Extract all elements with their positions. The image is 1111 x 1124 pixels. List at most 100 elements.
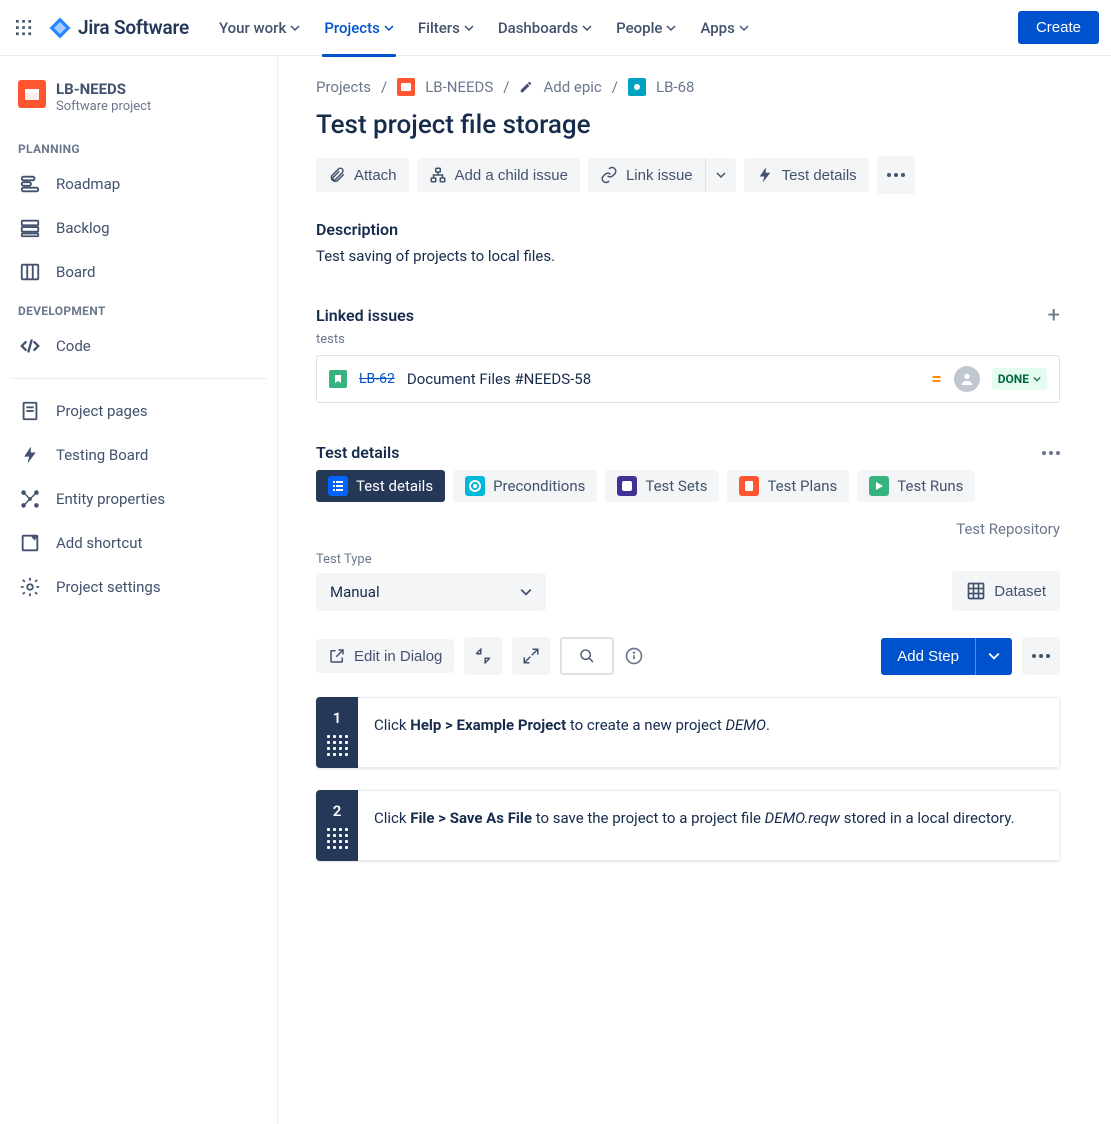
roadmap-icon [18,172,42,196]
linked-issue-title: Document Files #NEEDS-58 [407,370,920,388]
sidebar-item-add-shortcut[interactable]: Add shortcut [10,521,267,565]
chevron-down-icon [464,23,474,33]
sidebar-item-roadmap[interactable]: Roadmap [10,162,267,206]
code-icon [18,334,42,358]
create-button[interactable]: Create [1018,11,1099,44]
gear-icon [18,575,42,599]
edit-dialog-button[interactable]: Edit in Dialog [316,639,454,673]
search-icon [579,648,595,664]
backlog-icon [18,216,42,240]
tab-test-runs[interactable]: Test Runs [857,470,975,502]
linked-issue-card[interactable]: LB-62 Document Files #NEEDS-58 = DONE [316,355,1060,403]
sidebar-item-entity-props[interactable]: Entity properties [10,477,267,521]
step-body[interactable]: Click File > Save As File to save the pr… [358,790,1060,861]
bolt-icon [756,166,774,184]
add-step-dropdown[interactable] [975,638,1012,675]
test-details-more[interactable] [1042,451,1060,455]
add-link-button[interactable]: + [1048,303,1060,328]
add-step-button[interactable]: Add Step [881,638,975,675]
link-issue-button[interactable]: Link issue [588,158,705,192]
action-row: Attach Add a child issue Link issue Test… [316,156,1060,194]
link-relation: tests [316,332,1060,347]
expand-button[interactable] [512,637,550,675]
project-name: LB-NEEDS [56,80,151,98]
bc-project[interactable]: LB-NEEDS [425,78,493,96]
dataset-button[interactable]: Dataset [952,571,1060,611]
nav-people[interactable]: People [606,0,686,56]
description-text[interactable]: Test saving of projects to local files. [316,247,1060,265]
step-toolbar: Edit in Dialog Add Step [316,637,1060,675]
collapse-button[interactable] [464,637,502,675]
chevron-down-icon [582,23,592,33]
linked-issue-key[interactable]: LB-62 [359,371,395,387]
jira-icon [48,16,72,40]
more-icon [1042,451,1060,455]
test-step[interactable]: 2 Click File > Save As File to save the p… [316,790,1060,861]
collapse-icon [474,647,492,665]
nav-dashboards[interactable]: Dashboards [488,0,602,56]
chevron-down-icon [290,23,300,33]
step-handle[interactable]: 1 [316,697,358,768]
list-icon [328,476,348,496]
step-number: 2 [333,802,342,820]
chevron-down-icon [666,23,676,33]
test-details-button[interactable]: Test details [744,158,869,192]
attach-button[interactable]: Attach [316,158,409,192]
test-repository-link[interactable]: Test Repository [316,520,1060,538]
pencil-icon [519,80,533,94]
top-nav: Jira Software Your work Projects Filters… [0,0,1111,56]
test-type-icon [628,78,646,96]
sidebar-item-board[interactable]: Board [10,250,267,294]
sidebar-item-code[interactable]: Code [10,324,267,368]
add-child-button[interactable]: Add a child issue [417,158,580,192]
tab-test-sets[interactable]: Test Sets [605,470,719,502]
testplan-icon [739,476,759,496]
step-body[interactable]: Click Help > Example Project to create a… [358,697,1060,768]
info-icon[interactable] [624,646,644,666]
test-step[interactable]: 1Click Help > Example Project to create … [316,697,1060,768]
external-icon [328,647,346,665]
logo[interactable]: Jira Software [48,16,189,40]
test-type-select[interactable]: Manual [316,573,546,611]
bolt-icon [18,443,42,467]
project-type: Software project [56,99,151,114]
step-handle[interactable]: 2 [316,790,358,861]
nav-apps[interactable]: Apps [690,0,758,56]
assignee-avatar[interactable] [954,366,980,392]
expand-icon [522,647,540,665]
tab-test-details[interactable]: Test details [316,470,445,502]
step-more-button[interactable] [1022,637,1060,675]
bc-issue-key[interactable]: LB-68 [656,78,694,96]
tab-preconditions[interactable]: Preconditions [453,470,597,502]
link-icon [600,166,618,184]
test-details-label: Test details [316,443,399,462]
sidebar-item-backlog[interactable]: Backlog [10,206,267,250]
more-actions-button[interactable] [877,156,915,194]
project-header: LB-NEEDS Software project [10,80,267,132]
chevron-down-icon [716,170,726,180]
bc-add-epic[interactable]: Add epic [543,78,601,96]
board-icon [18,260,42,284]
add-step-split: Add Step [881,638,1012,675]
tree-icon [429,166,447,184]
sidebar-item-project-pages[interactable]: Project pages [10,389,267,433]
test-tabs: Test details Preconditions Test Sets Tes… [316,470,1060,502]
sidebar-item-project-settings[interactable]: Project settings [10,565,267,609]
link-issue-dropdown[interactable] [705,158,736,192]
grid-icon [966,581,986,601]
test-type-label: Test Type [316,552,546,567]
issue-title[interactable]: Test project file storage [316,110,1060,140]
testset-icon [617,476,637,496]
search-steps[interactable] [560,637,614,675]
status-badge[interactable]: DONE [992,368,1047,390]
tab-test-plans[interactable]: Test Plans [727,470,849,502]
nav-filters[interactable]: Filters [408,0,484,56]
nav-projects[interactable]: Projects [314,0,404,56]
nav-your-work[interactable]: Your work [209,0,310,56]
priority-icon: = [931,369,941,390]
more-icon [1032,654,1050,658]
sidebar-item-testing-board[interactable]: Testing Board [10,433,267,477]
project-icon [18,80,46,108]
bc-projects[interactable]: Projects [316,78,371,96]
apps-switcher-icon[interactable] [12,16,36,40]
